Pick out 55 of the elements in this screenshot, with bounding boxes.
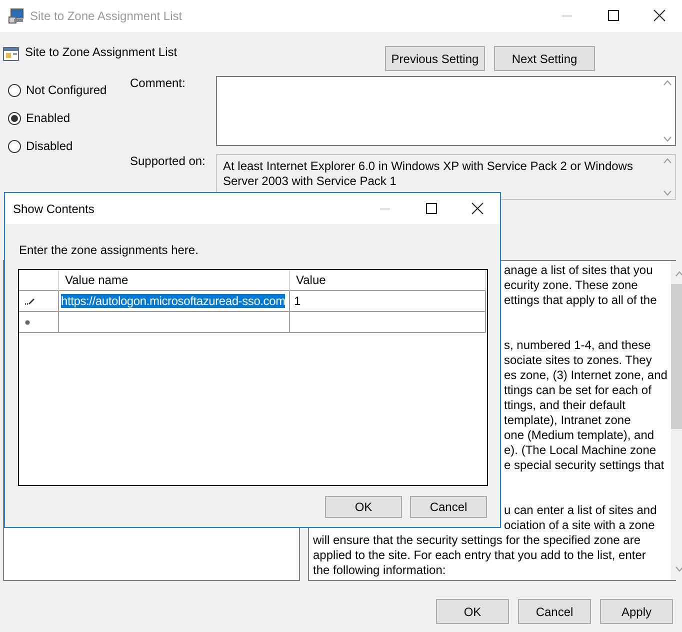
window-title: Site to Zone Assignment List — [30, 9, 184, 23]
help-text-line: template), Intranet zone — [504, 413, 631, 427]
policy-icon — [3, 46, 19, 62]
previous-setting-button[interactable]: Previous Setting — [385, 46, 485, 71]
help-text-line: the following information: — [313, 563, 446, 577]
scroll-up-icon[interactable] — [662, 158, 672, 164]
policy-title: Site to Zone Assignment List — [25, 45, 178, 59]
scroll-up-icon[interactable] — [662, 80, 672, 86]
ok-button[interactable]: OK — [325, 496, 402, 518]
apply-button[interactable]: Apply — [600, 599, 673, 624]
empty-cell[interactable] — [59, 312, 290, 333]
scroll-down-icon[interactable] — [662, 136, 672, 142]
help-text-line: e). (The Local Machine zone — [504, 443, 656, 457]
comment-field[interactable] — [216, 76, 676, 146]
computer-icon — [8, 8, 24, 24]
help-text-line: ttings, and their default — [504, 398, 626, 412]
radio-label[interactable]: Not Configured — [26, 83, 107, 97]
corner-header[interactable] — [19, 270, 59, 291]
help-text-line: ettings that apply to all of the — [504, 293, 657, 307]
scroll-down-icon[interactable] — [674, 566, 682, 572]
help-text-line: one (Medium template), and — [504, 428, 654, 442]
empty-cell[interactable] — [290, 312, 486, 333]
scroll-up-icon[interactable] — [674, 271, 682, 277]
value-name-cell[interactable]: https://autologon.microsoftazuread-sso.com — [61, 294, 286, 308]
new-row-icon — [25, 320, 30, 324]
help-text-line: u can enter a list of sites and — [504, 503, 657, 517]
radio-label[interactable]: Disabled — [26, 139, 73, 153]
supported-on-text: At least Internet Explorer 6.0 in Windows XP with Service Pack 2 or Windows Server 2003 with Service Pack 1 — [222, 158, 634, 190]
supported-on-label: Supported on: — [130, 154, 206, 168]
dialog-prompt: Enter the zone assignments here. — [19, 243, 200, 259]
help-text-line: ttings can be set for each of — [504, 383, 652, 397]
help-text-line: s, numbered 1-4, and these — [504, 338, 651, 352]
radio-label[interactable]: Enabled — [26, 111, 70, 125]
help-text-line: sociate sites to zones. They — [504, 353, 652, 367]
scroll-down-icon[interactable] — [662, 190, 672, 196]
column-header[interactable]: Value name — [59, 270, 290, 291]
help-text-line: ociation of a site with a zone — [504, 518, 655, 532]
help-text-line: will ensure that the security settings for the specified zone are — [313, 533, 641, 547]
column-header[interactable]: Value — [290, 270, 486, 291]
comment-label: Comment: — [130, 76, 186, 90]
ok-button[interactable]: OK — [436, 599, 509, 624]
radio-button[interactable] — [8, 84, 21, 96]
cancel-button[interactable]: Cancel — [410, 496, 487, 518]
radio-button[interactable] — [8, 140, 21, 152]
help-text-line: applied to the site. For each entry that you add to the list, enter — [313, 548, 646, 562]
help-text-line: ecurity zone. These zone — [504, 278, 638, 292]
help-text-line: e special security settings that — [504, 458, 664, 472]
pencil-icon — [25, 297, 35, 305]
help-text-line: es zone, (3) Internet zone, and — [504, 368, 668, 382]
value-cell[interactable]: 1 — [294, 294, 300, 308]
next-setting-button[interactable]: Next Setting — [494, 46, 595, 71]
cancel-button[interactable]: Cancel — [518, 599, 591, 624]
radio-button[interactable] — [8, 112, 21, 124]
dialog-title: Show Contents — [13, 202, 96, 216]
help-text-line: anage a list of sites that you — [504, 263, 653, 277]
